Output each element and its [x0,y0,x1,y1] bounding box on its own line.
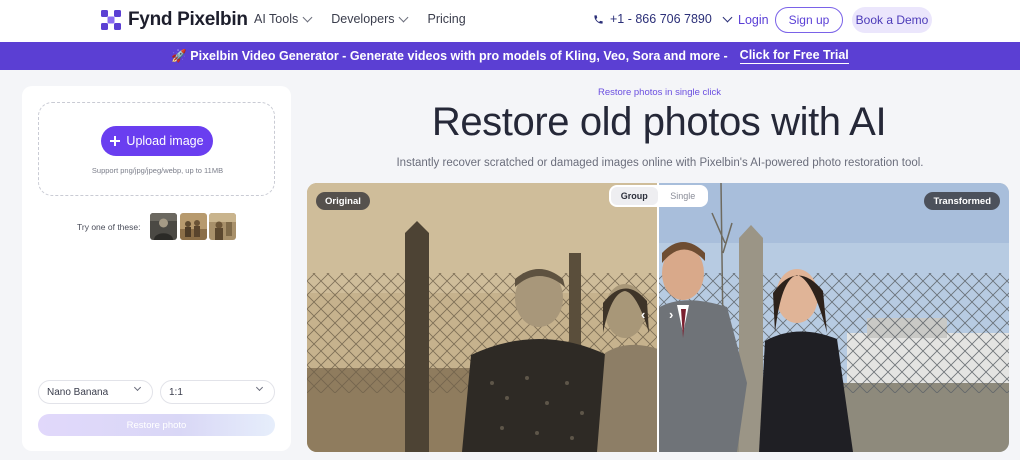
chevron-down-icon [133,383,142,392]
upload-image-button[interactable]: Upload image [101,126,213,156]
phone-icon [594,14,603,24]
chevron-down-icon [302,12,313,22]
phone-number: +1 - 866 706 7890 [610,12,712,26]
free-trial-link[interactable]: Click for Free Trial [739,48,849,64]
page-title: Restore old photos with AI [431,100,887,144]
before-after-viewer[interactable]: ‹ › Original Transformed Group Single [307,183,1009,452]
nav-pricing[interactable]: Pricing [427,12,465,26]
upload-image-label: Upload image [126,134,204,148]
nav-pricing-label: Pricing [427,12,466,26]
book-demo-button[interactable]: Book a Demo [852,7,932,33]
upload-panel: Upload image Support png/jpg/jpeg/webp, … [22,86,291,451]
sample-thumbnail[interactable] [180,213,207,240]
logo[interactable]: Fynd Pixelbin [100,9,248,31]
nav-developers[interactable]: Developers [331,12,409,26]
phone-selector[interactable]: +1 - 866 706 7890 [593,12,733,26]
toggle-group[interactable]: Group [611,187,658,205]
chevron-right-icon: › [669,307,674,322]
transformed-tag: Transformed [924,192,1000,210]
top-header: Fynd Pixelbin AI Tools Developers Pricin… [0,0,1020,42]
main-nav: AI Tools Developers Pricing [254,12,466,26]
signup-button[interactable]: Sign up [775,7,843,33]
view-mode-toggle: Group Single [609,185,708,207]
aspect-ratio-select[interactable]: 1:1 [160,380,275,404]
nav-ai-tools-label: AI Tools [254,12,299,26]
nav-developers-label: Developers [331,12,395,26]
chevron-down-icon [399,12,409,22]
plus-icon [110,136,121,146]
logo-text: Fynd Pixelbin [128,9,248,30]
pixelbin-logo-icon [101,10,121,30]
sample-thumbnail[interactable] [209,213,236,240]
upload-dropzone[interactable]: Upload image Support png/jpg/jpeg/webp, … [38,102,275,196]
promo-banner: 🚀 Pixelbin Video Generator - Generate vi… [0,42,1020,70]
try-samples-label: Try one of these: [77,222,141,232]
chevron-down-icon [722,12,733,22]
upload-support-text: Support png/jpg/jpeg/webp, up to 11MB [91,166,224,175]
original-tag: Original [316,192,370,210]
aspect-ratio-value: 1:1 [169,386,183,398]
hero-subtitle: Instantly recover scratched or damaged i… [396,157,924,169]
model-select-value: Nano Banana [47,386,109,398]
model-select[interactable]: Nano Banana [38,380,153,404]
restore-photo-button[interactable]: Restore photo [38,414,275,436]
login-link[interactable]: Login [738,13,769,27]
hero-eyebrow: Restore photos in single click [597,87,722,98]
banner-text: 🚀 Pixelbin Video Generator - Generate vi… [171,48,728,63]
comparison-slider-handle[interactable] [657,183,659,452]
toggle-single[interactable]: Single [660,187,707,205]
sample-thumbnail[interactable] [150,213,177,240]
chevron-left-icon: ‹ [641,307,646,322]
nav-ai-tools[interactable]: AI Tools [254,12,313,26]
chevron-down-icon [255,383,264,392]
